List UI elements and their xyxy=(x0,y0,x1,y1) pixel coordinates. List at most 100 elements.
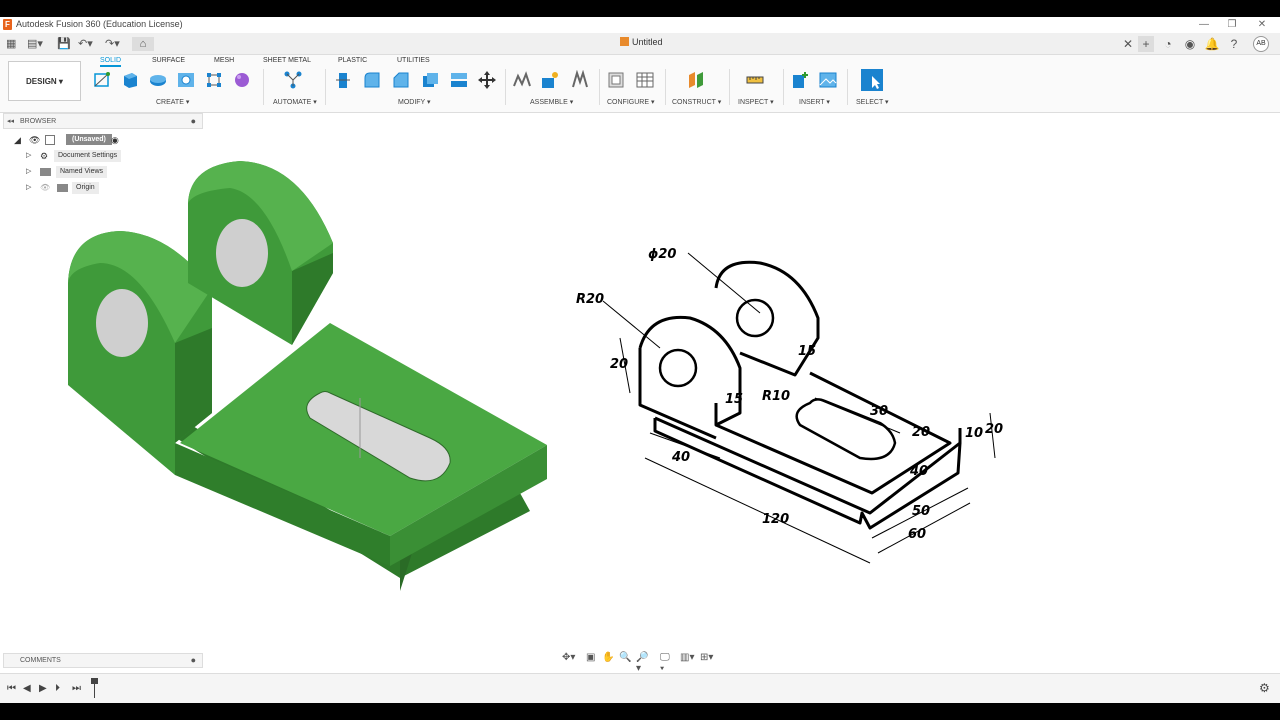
dim-40-left: 40 xyxy=(671,450,690,465)
configure-group-label[interactable]: CONFIGURE ▾ xyxy=(607,98,654,106)
expand-root-icon[interactable]: ◢ xyxy=(14,134,21,146)
user-avatar[interactable]: AB xyxy=(1253,36,1269,52)
dim-40-right: 40 xyxy=(909,464,928,479)
activate-radio-icon[interactable]: ◉ xyxy=(111,134,119,146)
look-at-icon[interactable]: ▣ xyxy=(586,652,595,663)
browser-panel-header[interactable]: ◂◂ BROWSER ● xyxy=(3,113,203,129)
revolve-icon[interactable] xyxy=(148,70,168,90)
timeline-settings-gear-icon[interactable]: ⚙ xyxy=(1259,681,1270,695)
browser-options-icon[interactable]: ● xyxy=(191,116,196,126)
separator xyxy=(325,69,326,105)
job-status-icon[interactable]: ◉ xyxy=(1182,36,1198,52)
save-icon[interactable]: 💾 xyxy=(57,37,71,51)
hole-icon[interactable] xyxy=(176,70,196,90)
insert-group-label[interactable]: INSERT ▾ xyxy=(799,98,830,106)
move-icon[interactable] xyxy=(477,70,497,90)
browser-root-row[interactable]: ◢ 👁 (Unsaved) ◉ xyxy=(10,134,210,146)
tree-item-label: Origin xyxy=(72,182,99,194)
construct-group-label[interactable]: CONSTRUCT ▾ xyxy=(672,98,721,106)
comments-panel[interactable]: COMMENTS ● xyxy=(3,653,203,668)
maximize-button[interactable]: ❐ xyxy=(1220,17,1244,32)
joint-icon[interactable] xyxy=(540,70,560,90)
select-icon[interactable] xyxy=(860,68,884,92)
form-icon[interactable] xyxy=(232,70,252,90)
automate-group-label[interactable]: AUTOMATE ▾ xyxy=(273,98,317,106)
create-sketch-icon[interactable] xyxy=(92,70,112,90)
step-back-icon[interactable]: ◀ xyxy=(23,683,31,694)
orbit-icon[interactable]: ✥▾ xyxy=(562,652,575,663)
automate-icon[interactable] xyxy=(283,70,303,90)
pan-icon[interactable]: ✋ xyxy=(602,652,614,663)
tab-utilities[interactable]: UTILITIES xyxy=(397,57,430,64)
notifications-icon[interactable]: 🔔 xyxy=(1204,36,1220,52)
green-3d-model[interactable] xyxy=(68,161,547,591)
inspect-group-label[interactable]: INSPECT ▾ xyxy=(738,98,774,106)
redo-icon[interactable]: ↷▾ xyxy=(105,37,120,51)
combine-icon[interactable] xyxy=(449,70,469,90)
measure-icon[interactable] xyxy=(745,70,765,90)
tab-surface[interactable]: SURFACE xyxy=(152,57,185,64)
tab-sheet-metal[interactable]: SHEET METAL xyxy=(263,57,311,64)
new-tab-icon[interactable]: + xyxy=(1138,36,1154,52)
dim-60: 60 xyxy=(908,527,926,542)
separator xyxy=(783,69,784,105)
close-button[interactable]: ✕ xyxy=(1250,17,1274,32)
tab-solid[interactable]: SOLID xyxy=(100,57,122,67)
configuration-table-icon[interactable] xyxy=(635,70,655,90)
configure-icon[interactable] xyxy=(606,70,626,90)
collapse-browser-icon[interactable]: ◂◂ xyxy=(7,117,14,125)
file-menu-icon[interactable]: ▤▾ xyxy=(27,37,43,51)
hidden-eye-icon[interactable]: 👁 xyxy=(40,182,50,194)
motion-link-icon[interactable] xyxy=(570,70,590,90)
home-icon[interactable]: ⌂ xyxy=(132,37,154,51)
insert-canvas-icon[interactable] xyxy=(818,70,838,90)
apps-grid-icon[interactable]: ▦ xyxy=(6,37,16,51)
separator xyxy=(263,69,264,105)
expand-arrow-icon[interactable]: ▷ xyxy=(26,182,31,194)
play-icon[interactable]: ▶ xyxy=(39,683,47,694)
fillet-icon[interactable] xyxy=(362,70,382,90)
extensions-icon[interactable]: ◔ xyxy=(1160,36,1176,52)
visibility-eye-icon[interactable]: 👁 xyxy=(29,134,40,146)
insert-derive-icon[interactable] xyxy=(790,70,810,90)
tree-item-label: Named Views xyxy=(56,166,108,178)
extrude-icon[interactable] xyxy=(120,70,140,90)
expand-arrow-icon[interactable]: ▷ xyxy=(26,150,31,162)
modify-group-label[interactable]: MODIFY ▾ xyxy=(398,98,431,106)
minimize-button[interactable]: — xyxy=(1192,17,1216,32)
go-to-start-icon[interactable]: ⏮ xyxy=(7,683,16,694)
tab-mesh[interactable]: MESH xyxy=(214,57,234,64)
go-to-end-icon[interactable]: ⏭ xyxy=(72,683,81,694)
isometric-reference-drawing[interactable] xyxy=(602,252,996,564)
close-tab-icon[interactable]: ✕ xyxy=(1120,36,1136,52)
offset-plane-icon[interactable] xyxy=(686,70,706,90)
dim-15-left: 15 xyxy=(725,392,743,407)
tab-plastic[interactable]: PLASTIC xyxy=(338,57,367,64)
assemble-group-label[interactable]: ASSEMBLE ▾ xyxy=(530,98,573,106)
workspace-switcher-button[interactable]: DESIGN ▾ xyxy=(8,61,81,101)
shell-icon[interactable] xyxy=(420,70,440,90)
dim-20-left: 20 xyxy=(610,357,628,372)
create-group-label[interactable]: CREATE ▾ xyxy=(156,98,189,106)
comments-options-icon[interactable]: ● xyxy=(191,655,196,665)
chamfer-icon[interactable] xyxy=(391,70,411,90)
undo-icon[interactable]: ↶▾ xyxy=(78,37,93,51)
display-settings-icon[interactable]: 🖵▾ xyxy=(660,652,670,674)
grid-settings-icon[interactable]: ▥▾ xyxy=(680,652,694,663)
folder-icon xyxy=(57,184,68,192)
press-pull-icon[interactable] xyxy=(333,70,353,90)
timeline-marker[interactable] xyxy=(91,678,98,698)
step-forward-icon[interactable]: ⏵ xyxy=(55,683,60,694)
dim-10: 10 xyxy=(965,426,983,441)
new-component-icon[interactable] xyxy=(512,70,532,90)
graphics-canvas[interactable]: ϕ20 R20 20 15 15 R10 30 20 10 20 40 40 5… xyxy=(0,113,1280,653)
expand-arrow-icon[interactable]: ▷ xyxy=(26,166,31,178)
fit-icon[interactable]: 🔎▾ xyxy=(636,652,648,674)
select-group-label[interactable]: SELECT ▾ xyxy=(856,98,889,106)
separator xyxy=(729,69,730,105)
help-icon[interactable]: ? xyxy=(1226,36,1242,52)
zoom-icon[interactable]: 🔍 xyxy=(619,652,631,663)
document-tab[interactable]: Untitled xyxy=(620,37,663,47)
pattern-icon[interactable] xyxy=(204,70,224,90)
viewports-icon[interactable]: ⊞▾ xyxy=(700,652,713,663)
